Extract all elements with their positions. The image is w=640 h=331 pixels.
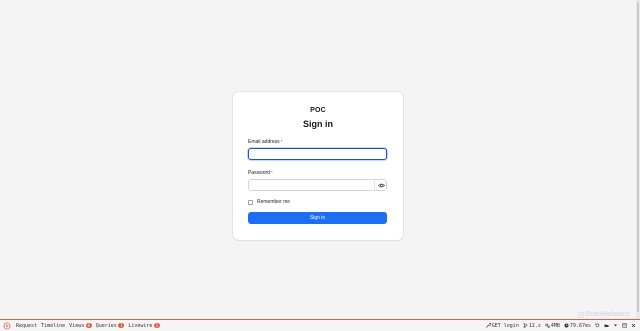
scrollbar-thumb[interactable]	[637, 2, 639, 312]
remember-checkbox[interactable]	[248, 199, 253, 205]
debug-tab-views[interactable]: Views 9	[69, 323, 92, 329]
sign-in-button[interactable]: Sign in	[248, 212, 387, 224]
debug-bar: Request Timeline Views 9 Queries 1 Livewir…	[0, 319, 640, 331]
debug-tab-queries[interactable]: Queries 1	[96, 323, 125, 329]
debug-tab-request[interactable]: Request	[16, 323, 37, 329]
cogs-icon	[545, 323, 550, 328]
debug-bar-stats: GET login 12.s 4MB 79.67ms	[482, 323, 640, 329]
open-folder-button[interactable]	[604, 323, 609, 328]
duration-text: 12.s	[528, 322, 541, 329]
history-icon	[595, 323, 600, 328]
git-branch-icon	[523, 323, 528, 328]
clock-icon	[564, 323, 569, 328]
queries-count-badge: 1	[118, 323, 125, 328]
debug-tab-timeline[interactable]: Timeline	[41, 323, 65, 329]
email-label: Email address *	[248, 139, 388, 145]
debugbar-logo-icon[interactable]	[3, 322, 11, 330]
views-count-badge: 9	[85, 323, 92, 328]
window-icon	[622, 323, 627, 328]
watermark-text: ScanMalware	[585, 311, 630, 318]
duration-indicator[interactable]: 12.s	[523, 323, 541, 329]
close-icon	[631, 323, 636, 328]
route-indicator[interactable]: GET login	[485, 322, 519, 329]
minimize-button[interactable]	[613, 323, 618, 328]
route-text: GET login	[491, 322, 519, 329]
debug-tab-livewire[interactable]: Livewire 1	[128, 323, 160, 329]
memory-indicator[interactable]: 4MB	[545, 323, 560, 329]
memory-text: 4MB	[550, 322, 560, 329]
password-required-mark: *	[270, 170, 273, 175]
restore-button[interactable]	[622, 323, 627, 328]
close-button[interactable]	[631, 323, 636, 328]
brand-name: POC	[310, 107, 326, 114]
debug-tab-label: Request	[16, 322, 38, 329]
debug-tab-label: Views	[69, 322, 85, 329]
password-label: Password *	[248, 170, 388, 176]
share-icon	[485, 323, 491, 328]
caret-icon	[614, 324, 617, 327]
time-text: 79.67ms	[569, 322, 591, 329]
login-card: POC Sign in Email address * Password * Rem…	[233, 92, 403, 240]
password-label-text: Password	[248, 170, 270, 176]
reveal-password-button[interactable]	[374, 179, 387, 191]
email-required-mark: *	[280, 139, 283, 144]
debug-tab-label: Timeline	[41, 322, 66, 329]
watermark: ScanMalware	[578, 311, 629, 318]
password-field[interactable]	[248, 179, 387, 191]
livewire-count-badge: 1	[153, 323, 160, 328]
password-wrapper	[248, 179, 387, 191]
email-label-text: Email address	[248, 139, 280, 145]
remember-row: Remember me	[248, 199, 388, 205]
remember-label[interactable]: Remember me	[257, 199, 290, 205]
page-title: Sign in	[303, 119, 333, 129]
time-indicator[interactable]: 79.67ms	[564, 323, 591, 329]
debug-tab-label: Livewire	[128, 322, 153, 329]
page-scrollbar[interactable]	[636, 0, 640, 319]
email-field[interactable]	[248, 148, 387, 160]
debug-tab-label: Queries	[95, 322, 117, 329]
eye-icon	[377, 183, 385, 187]
folder-icon	[604, 324, 609, 327]
watermark-logo-icon	[578, 311, 584, 318]
history-button[interactable]	[595, 323, 600, 328]
